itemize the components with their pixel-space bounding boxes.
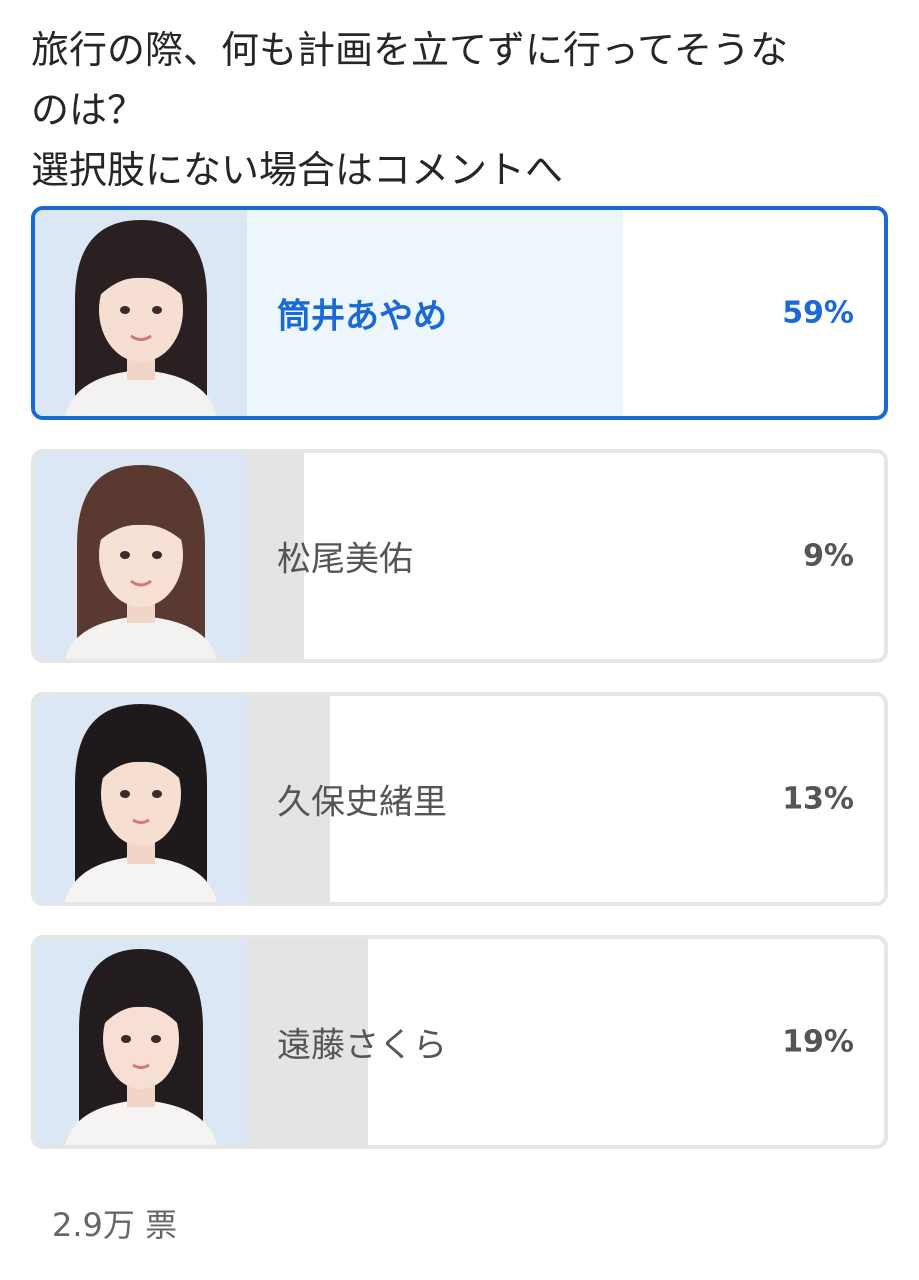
option-label: 筒井あやめ [277,296,447,337]
portrait-icon [35,696,247,902]
member-photo [35,210,247,416]
option-label: 遠藤さくら [277,1025,447,1066]
option-percent: 9% [803,538,854,574]
member-photo [35,453,247,659]
member-photo [35,939,247,1145]
option-percent: 59% [782,295,854,331]
member-photo [35,696,247,902]
option-label: 松尾美佑 [277,539,413,580]
poll-question: 旅行の際、何も計画を立てずに行ってそうな のは？ 選択肢にない場合はコメントへ [31,20,891,200]
vote-count: 2.9万 票 [52,1206,178,1244]
poll-question-line-3: 選択肢にない場合はコメントへ [31,148,564,192]
poll-question-line-1: 旅行の際、何も計画を立てずに行ってそうな [31,28,788,72]
poll-option[interactable]: 遠藤さくら 19% [31,935,888,1149]
poll-options: 筒井あやめ 59% 松尾美佑 9% 久保史緒里 13% 遠藤さくら 19% [31,206,888,1178]
poll-option[interactable]: 久保史緒里 13% [31,692,888,906]
option-label: 久保史緒里 [277,782,447,823]
option-percent: 13% [782,781,854,817]
poll-option[interactable]: 筒井あやめ 59% [31,206,888,420]
portrait-icon [35,453,247,659]
poll-question-line-2: のは？ [31,88,146,132]
portrait-icon [35,939,247,1145]
portrait-icon [35,210,247,416]
option-percent: 19% [782,1024,854,1060]
poll-option[interactable]: 松尾美佑 9% [31,449,888,663]
